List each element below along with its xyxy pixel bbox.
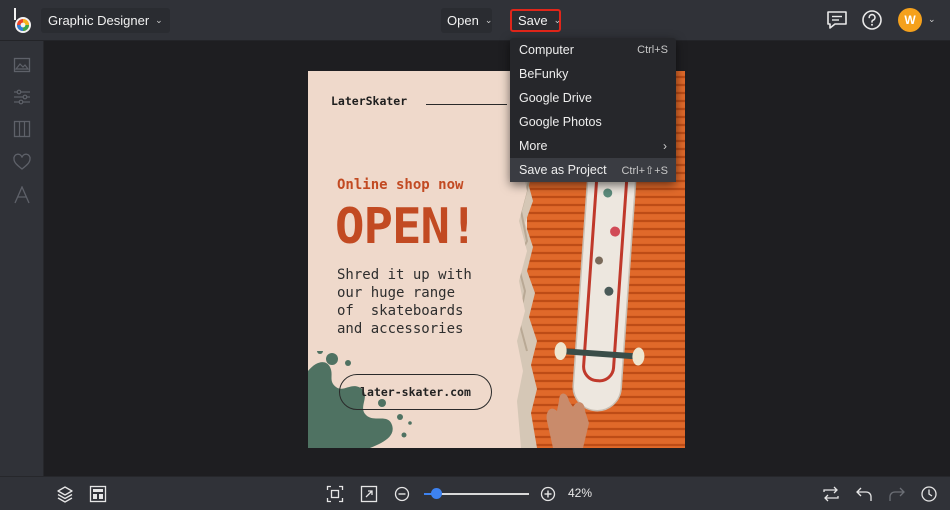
save-menu-item-more[interactable]: More ›: [510, 134, 676, 158]
save-label: Save: [518, 13, 548, 28]
avatar-initial: W: [904, 13, 916, 27]
app-mode-dropdown[interactable]: Graphic Designer ⌄: [41, 8, 170, 33]
image-icon[interactable]: [13, 56, 31, 74]
history-icon[interactable]: [920, 485, 938, 503]
expand-icon[interactable]: [360, 485, 378, 503]
menu-item-label: BeFunky: [519, 67, 569, 81]
chevron-down-icon: ⌄: [553, 15, 562, 25]
menu-item-label: Save as Project: [519, 163, 607, 177]
save-menu-item-computer[interactable]: Computer Ctrl+S: [510, 38, 676, 62]
chevron-down-icon: ⌄: [155, 15, 163, 25]
menu-item-shortcut: Ctrl+⇧+S: [621, 164, 668, 177]
body-line: and accessories: [337, 321, 464, 337]
open-button[interactable]: Open ⌄: [441, 8, 492, 33]
body-line: our huge range: [337, 285, 456, 301]
menu-item-label: Google Photos: [519, 115, 602, 129]
zoom-slider-handle[interactable]: [431, 488, 442, 499]
layout-icon[interactable]: [89, 485, 107, 503]
save-menu-item-google-drive[interactable]: Google Drive: [510, 86, 676, 110]
save-dropdown-menu: Computer Ctrl+S BeFunky Google Drive Goo…: [510, 38, 676, 182]
chevron-down-icon[interactable]: ⌄: [928, 14, 936, 25]
menu-item-label: More: [519, 139, 548, 153]
feedback-icon[interactable]: [826, 9, 848, 31]
fit-to-screen-icon[interactable]: [326, 485, 344, 503]
save-button[interactable]: Save ⌄: [510, 9, 561, 32]
bottom-toolbar: 42%: [0, 476, 950, 510]
help-icon[interactable]: [861, 9, 883, 31]
left-sidebar: [0, 41, 44, 510]
layout-columns-icon[interactable]: [13, 120, 31, 138]
user-avatar[interactable]: W: [898, 8, 922, 32]
chevron-right-icon: ›: [663, 139, 667, 153]
save-menu-item-google-photos[interactable]: Google Photos: [510, 110, 676, 134]
sliders-icon[interactable]: [13, 88, 31, 106]
undo-icon[interactable]: [855, 485, 873, 503]
top-bar: Graphic Designer ⌄ Open ⌄ Save ⌄ W ⌄: [0, 0, 950, 41]
chevron-down-icon: ⌄: [484, 15, 493, 25]
design-brand: LaterSkater: [331, 94, 408, 108]
heart-icon[interactable]: [13, 153, 31, 171]
zoom-out-icon[interactable]: [393, 485, 411, 503]
open-label: Open: [447, 13, 479, 28]
swap-icon[interactable]: [822, 485, 840, 503]
body-line: Shred it up with: [337, 267, 472, 283]
design-url: later-skater.com: [360, 385, 471, 399]
menu-item-label: Computer: [519, 43, 574, 57]
menu-item-label: Google Drive: [519, 91, 592, 105]
save-menu-item-save-as-project[interactable]: Save as Project Ctrl+⇧+S: [510, 158, 676, 182]
design-url-pill: later-skater.com: [339, 374, 492, 410]
redo-icon[interactable]: [888, 485, 906, 503]
design-tagline: Online shop now: [337, 177, 464, 193]
design-headline: OPEN!: [335, 198, 479, 255]
app-mode-label: Graphic Designer: [48, 13, 150, 28]
zoom-percent: 42%: [568, 486, 593, 500]
body-line: of skateboards: [337, 303, 464, 319]
text-icon[interactable]: [13, 186, 31, 204]
zoom-in-icon[interactable]: [539, 485, 557, 503]
zoom-slider[interactable]: [424, 488, 529, 499]
menu-item-shortcut: Ctrl+S: [637, 44, 668, 56]
layers-icon[interactable]: [56, 485, 74, 503]
design-body-copy: Shred it up with our huge range of skate…: [337, 266, 507, 338]
befunky-logo[interactable]: [11, 7, 35, 35]
save-menu-item-befunky[interactable]: BeFunky: [510, 62, 676, 86]
